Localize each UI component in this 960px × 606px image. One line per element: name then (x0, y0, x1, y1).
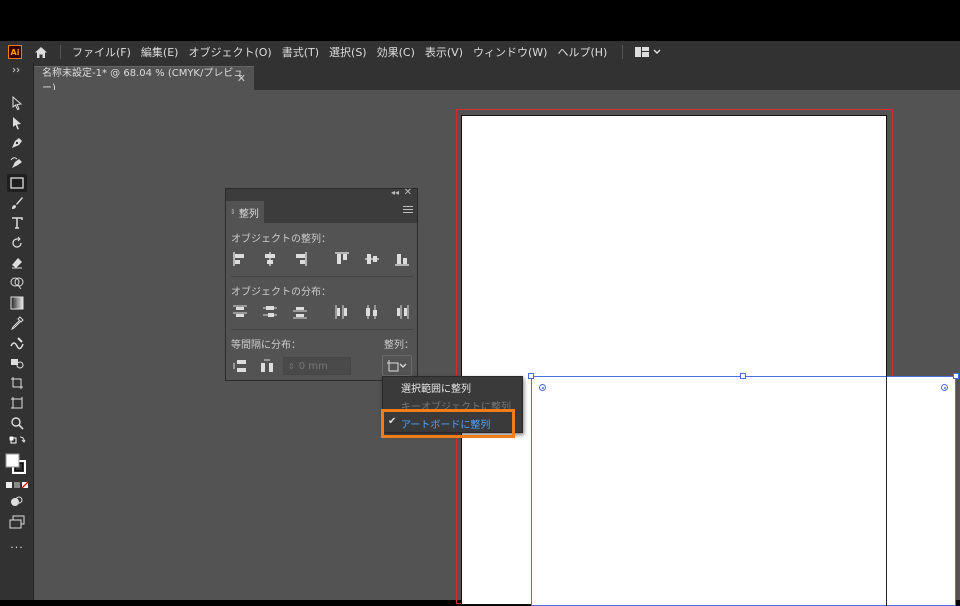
tab-align[interactable]: ⇕ 整列 (226, 201, 264, 223)
resize-handle[interactable] (953, 373, 959, 379)
screen-top-bar (0, 0, 960, 41)
align-bottom-icon[interactable] (393, 250, 411, 268)
tools-panel: ... (0, 63, 34, 600)
color-mode-icons[interactable] (5, 480, 29, 490)
pen-tool-icon[interactable] (8, 134, 26, 152)
chevron-down-icon (399, 363, 407, 368)
align-objects-label: オブジェクトの整列： (231, 234, 331, 245)
home-icon[interactable] (32, 43, 50, 61)
align-left-icon[interactable] (231, 250, 249, 268)
paintbrush-tool-icon[interactable] (8, 194, 26, 212)
document-tab-bar: 名称未設定-1* @ 68.04 % (CMYK/プレビュー) ✕ (34, 63, 960, 94)
align-top-icon[interactable] (333, 250, 351, 268)
zoom-tool-icon[interactable] (8, 414, 26, 432)
spacing-value: 0 mm (298, 360, 328, 372)
menu-type[interactable]: 書式(T) (277, 44, 324, 60)
panel-tab-row: ⇕ 整列 (226, 201, 417, 223)
menu-item-align-to-selection[interactable]: 選択範囲に整列 (383, 378, 522, 396)
menu-edit[interactable]: 編集(E) (136, 44, 184, 60)
align-vertical-center-icon[interactable] (363, 250, 381, 268)
spinner-icon[interactable]: ⇕ (288, 362, 295, 371)
rotate-tool-icon[interactable] (8, 234, 26, 252)
distribute-horizontal-center-icon[interactable] (363, 303, 381, 321)
artboard-tool-icon[interactable] (8, 394, 26, 412)
curvature-tool-icon[interactable] (8, 154, 26, 172)
distribute-bottom-icon[interactable] (291, 303, 309, 321)
align-to-artboard-icon (387, 359, 399, 371)
menu-effect[interactable]: 効果(C) (372, 44, 420, 60)
corner-widget[interactable] (941, 384, 948, 391)
panel-divider (231, 276, 413, 277)
warp-tool-icon[interactable] (8, 334, 26, 352)
align-to-dropdown[interactable] (382, 355, 412, 376)
panel-titlebar[interactable]: ◂◂ ✕ (226, 187, 417, 201)
direct-selection-tool-icon[interactable] (8, 114, 26, 132)
shape-builder-tool-icon[interactable] (8, 274, 26, 292)
menu-bar: Ai ファイル(F) 編集(E) オブジェクト(O) 書式(T) 選択(S) 効… (0, 41, 960, 63)
resize-handle[interactable] (528, 373, 534, 379)
selection-tool-icon[interactable] (8, 94, 26, 112)
distribute-left-icon[interactable] (333, 303, 351, 321)
distribute-vertical-center-icon[interactable] (261, 303, 279, 321)
align-objects-row (231, 250, 411, 268)
menu-help[interactable]: ヘルプ(H) (552, 44, 612, 60)
distribute-right-icon[interactable] (393, 303, 411, 321)
collapse-toolbar-icon[interactable] (8, 65, 26, 75)
screen-mode-icon[interactable] (8, 513, 26, 531)
close-panel-icon[interactable]: ✕ (404, 187, 412, 198)
document-tab[interactable]: 名称未設定-1* @ 68.04 % (CMYK/プレビュー) ✕ (34, 66, 254, 94)
spacing-input[interactable]: ⇕ 0 mm (283, 357, 351, 375)
align-horizontal-center-icon[interactable] (261, 250, 279, 268)
panel-divider (231, 329, 413, 330)
distribute-top-icon[interactable] (231, 303, 249, 321)
menu-file[interactable]: ファイル(F) (67, 44, 136, 60)
live-paint-tool-icon[interactable] (8, 354, 26, 372)
crop-tool-icon[interactable] (8, 374, 26, 392)
corner-widget[interactable] (539, 384, 546, 391)
drawing-mode-icon[interactable] (8, 494, 26, 508)
collapse-panel-icon[interactable]: ◂◂ (391, 188, 399, 197)
menu-view[interactable]: 表示(V) (420, 44, 468, 60)
menu-select[interactable]: 選択(S) (324, 44, 372, 60)
expand-arrows-icon: ⇕ (230, 208, 236, 216)
align-right-icon[interactable] (291, 250, 309, 268)
artboard-edge-line (886, 376, 887, 606)
tab-align-label: 整列 (238, 208, 259, 220)
distribute-spacing-label: 等間隔に分布： (231, 340, 301, 351)
app-logo: Ai (8, 45, 22, 59)
fill-stroke-swatch[interactable] (5, 451, 27, 477)
eraser-tool-icon[interactable] (8, 254, 26, 272)
menu-divider (622, 45, 624, 59)
distribute-objects-label: オブジェクトの分布： (231, 287, 331, 298)
eyedropper-tool-icon[interactable] (8, 314, 26, 332)
panel-menu-icon[interactable] (403, 206, 413, 216)
distribute-vertical-spacing-icon[interactable] (231, 357, 249, 375)
close-icon[interactable]: ✕ (237, 72, 246, 85)
highlight-annotation (381, 409, 515, 438)
resize-handle[interactable] (740, 373, 746, 379)
chevron-down-icon (653, 49, 661, 54)
rectangle-tool-icon[interactable] (7, 174, 27, 192)
gradient-tool-icon[interactable] (8, 294, 26, 312)
selected-rectangle[interactable] (531, 376, 956, 606)
distribute-horizontal-spacing-icon[interactable] (258, 357, 276, 375)
document-title: 名称未設定-1* @ 68.04 % (CMYK/プレビュー) (42, 67, 244, 94)
workspace-switcher-icon[interactable] (635, 47, 661, 57)
menu-window[interactable]: ウィンドウ(W) (468, 44, 552, 60)
default-colors-icon[interactable] (8, 434, 26, 446)
align-to-label: 整列： (384, 340, 414, 351)
menu-object[interactable]: オブジェクト(O) (183, 44, 276, 60)
more-tools-icon[interactable]: ... (8, 538, 26, 551)
menu-divider (60, 45, 61, 59)
distribute-objects-row (231, 303, 411, 321)
type-tool-icon[interactable] (8, 214, 26, 232)
